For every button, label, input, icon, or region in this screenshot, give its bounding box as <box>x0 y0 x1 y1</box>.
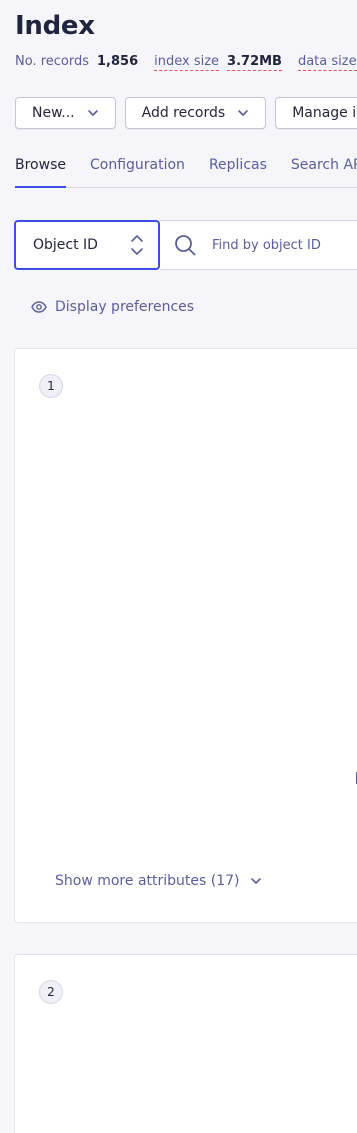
chevron-down-icon <box>250 878 261 884</box>
page-title: Index <box>15 11 95 41</box>
search-attribute-select[interactable]: Object ID <box>14 220 160 270</box>
records-value: 1,856 <box>97 54 139 69</box>
search-field <box>160 220 357 270</box>
record-index-badge: 2 <box>39 980 63 1004</box>
index-page: Index No. records 1,856 index size 3.72M… <box>0 0 357 1133</box>
tab-replicas[interactable]: Replicas <box>209 156 267 188</box>
tab-configuration[interactable]: Configuration <box>90 156 185 188</box>
record-card: 1 Show more attributes (17) <box>14 348 357 923</box>
record-card: 2 <box>14 954 357 1133</box>
record-search-bar: Object ID <box>14 220 357 270</box>
record-index-badge: 1 <box>39 374 63 398</box>
action-buttons: New... Add records Manage index <box>15 97 357 129</box>
new-button-label: New... <box>32 105 75 121</box>
records-label: No. records <box>15 54 90 69</box>
display-preferences-button[interactable]: Display preferences <box>31 299 194 315</box>
index-size-label[interactable]: index size <box>154 54 220 71</box>
tab-search-api-logs[interactable]: Search API Logs <box>291 156 357 188</box>
select-arrows-icon <box>131 235 143 255</box>
eye-icon <box>31 301 47 313</box>
tab-browse[interactable]: Browse <box>15 156 66 188</box>
chevron-down-icon <box>238 110 248 116</box>
index-size-value: 3.72MB <box>227 54 282 71</box>
manage-index-label: Manage index <box>292 105 357 121</box>
chevron-down-icon <box>87 110 98 116</box>
show-more-attributes-button[interactable]: Show more attributes (17) <box>55 873 262 889</box>
new-button[interactable]: New... <box>15 97 116 129</box>
data-size-label[interactable]: data size <box>297 54 357 71</box>
index-tabs: Browse Configuration Replicas Search API… <box>15 156 357 188</box>
add-records-label: Add records <box>141 105 226 121</box>
add-records-button[interactable]: Add records <box>124 97 267 129</box>
show-more-attributes-label: Show more attributes (17) <box>55 873 240 889</box>
search-icon <box>175 235 196 256</box>
search-attribute-value: Object ID <box>33 237 98 253</box>
display-preferences-label: Display preferences <box>55 299 195 315</box>
manage-index-button[interactable]: Manage index <box>275 97 357 129</box>
search-input[interactable] <box>212 237 357 253</box>
index-stats: No. records 1,856 index size 3.72MB data… <box>15 54 357 71</box>
